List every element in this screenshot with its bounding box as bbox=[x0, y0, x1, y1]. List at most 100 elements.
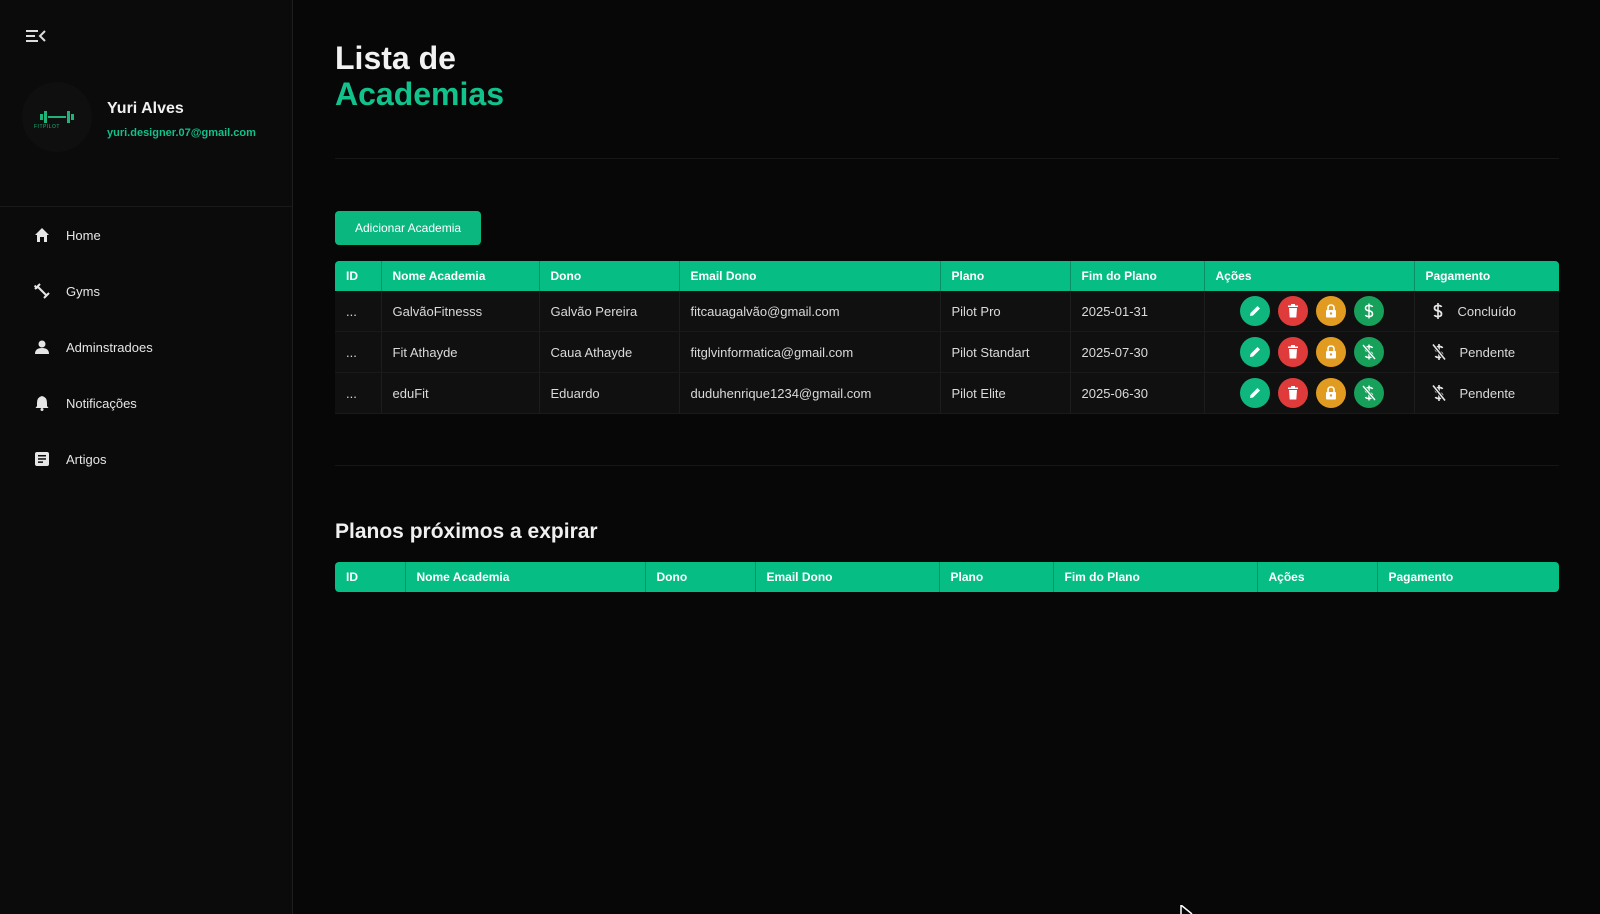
header-email-dono[interactable]: Email Dono bbox=[679, 261, 941, 291]
table-row: ... Fit Athayde Caua Athayde fitglvinfor… bbox=[335, 331, 1559, 373]
dollar-off-icon bbox=[1431, 343, 1446, 361]
table-row: ... eduFit Eduardo duduhenrique1234@gmai… bbox=[335, 372, 1559, 414]
table-header-row: ID Nome Academia Dono Email Dono Plano F… bbox=[335, 562, 1559, 592]
cell-id: ... bbox=[335, 331, 382, 373]
table-row: ... GalvãoFitnesss Galvão Pereira fitcau… bbox=[335, 291, 1559, 332]
section-title: Planos próximos a expirar bbox=[335, 520, 598, 543]
logo-text: FITPILOT bbox=[34, 124, 60, 130]
sidebar-item-label: Home bbox=[66, 227, 101, 243]
lock-icon bbox=[1325, 386, 1336, 400]
academias-table: ID Nome Academia Dono Email Dono Plano F… bbox=[335, 261, 1559, 414]
header-plano[interactable]: Plano bbox=[939, 562, 1054, 592]
mouse-cursor-icon bbox=[1180, 905, 1193, 914]
sidebar-nav: Home Gyms Adminstradoes Notificações Art… bbox=[0, 207, 292, 487]
sidebar-item-label: Adminstradoes bbox=[66, 339, 153, 355]
bell-icon bbox=[33, 394, 51, 412]
sidebar-item-label: Notificações bbox=[66, 395, 137, 411]
trash-icon bbox=[1287, 386, 1298, 400]
delete-button[interactable] bbox=[1277, 337, 1308, 367]
cell-fim: 2025-06-30 bbox=[1070, 372, 1205, 414]
payment-button[interactable] bbox=[1353, 337, 1384, 367]
dollar-icon bbox=[1364, 303, 1373, 319]
sidebar-item-home[interactable]: Home bbox=[0, 207, 292, 263]
block-button[interactable] bbox=[1315, 378, 1346, 408]
payment-status: Pendente bbox=[1459, 344, 1516, 360]
sidebar-item-gyms[interactable]: Gyms bbox=[0, 263, 292, 319]
pencil-icon bbox=[1249, 388, 1260, 398]
sidebar: FITPILOT Yuri Alves yuri.designer.07@gma… bbox=[0, 0, 293, 914]
main-content: Lista de Academias Adicionar Academia ID… bbox=[292, 0, 1600, 914]
header-nome-academia[interactable]: Nome Academia bbox=[381, 261, 540, 291]
sidebar-item-label: Gyms bbox=[66, 283, 100, 299]
article-icon bbox=[33, 450, 51, 468]
edit-button[interactable] bbox=[1239, 337, 1270, 367]
page-title-accent: Academias bbox=[335, 76, 504, 112]
divider bbox=[335, 465, 1559, 466]
header-acoes: Ações bbox=[1204, 261, 1415, 291]
delete-button[interactable] bbox=[1277, 378, 1308, 408]
header-fim-do-plano[interactable]: Fim do Plano bbox=[1053, 562, 1258, 592]
cell-nome: Fit Athayde bbox=[381, 331, 540, 373]
header-id[interactable]: ID bbox=[335, 261, 382, 291]
profile-email: yuri.designer.07@gmail.com bbox=[107, 127, 256, 139]
cell-nome: GalvãoFitnesss bbox=[381, 291, 540, 332]
home-icon bbox=[33, 226, 51, 244]
table-header-row: ID Nome Academia Dono Email Dono Plano F… bbox=[335, 261, 1559, 291]
header-nome-academia[interactable]: Nome Academia bbox=[405, 562, 646, 592]
delete-button[interactable] bbox=[1277, 296, 1308, 326]
cell-fim: 2025-07-30 bbox=[1070, 331, 1205, 373]
cell-dono: Galvão Pereira bbox=[539, 291, 680, 332]
cell-acoes bbox=[1204, 331, 1415, 373]
edit-button[interactable] bbox=[1239, 296, 1270, 326]
payment-button[interactable] bbox=[1353, 378, 1384, 408]
dumbbell-icon bbox=[33, 282, 51, 300]
header-id[interactable]: ID bbox=[335, 562, 406, 592]
lock-icon bbox=[1325, 345, 1336, 359]
user-profile: FITPILOT Yuri Alves yuri.designer.07@gma… bbox=[22, 82, 282, 162]
profile-name: Yuri Alves bbox=[107, 100, 184, 117]
divider bbox=[335, 158, 1559, 159]
cell-dono: Eduardo bbox=[539, 372, 680, 414]
dumbbell-logo-icon bbox=[40, 111, 74, 123]
cell-acoes bbox=[1204, 291, 1415, 332]
header-fim-do-plano[interactable]: Fim do Plano bbox=[1070, 261, 1205, 291]
cell-email: fitcauagalvão@gmail.com bbox=[679, 291, 941, 332]
payment-button[interactable] bbox=[1353, 296, 1384, 326]
page-title: Lista de bbox=[335, 40, 456, 76]
cell-pagamento: Pendente bbox=[1414, 372, 1559, 414]
cell-pagamento: Pendente bbox=[1414, 331, 1559, 373]
cell-pagamento: Concluído bbox=[1414, 291, 1559, 332]
pencil-icon bbox=[1249, 306, 1260, 316]
header-pagamento[interactable]: Pagamento bbox=[1414, 261, 1559, 291]
header-plano[interactable]: Plano bbox=[940, 261, 1071, 291]
header-pagamento[interactable]: Pagamento bbox=[1377, 562, 1559, 592]
header-acoes: Ações bbox=[1257, 562, 1378, 592]
user-icon bbox=[33, 338, 51, 356]
cell-fim: 2025-01-31 bbox=[1070, 291, 1205, 332]
cell-nome: eduFit bbox=[381, 372, 540, 414]
cell-email: fitglvinformatica@gmail.com bbox=[679, 331, 941, 373]
sidebar-item-label: Artigos bbox=[66, 451, 107, 467]
pencil-icon bbox=[1249, 347, 1260, 357]
dollar-off-icon bbox=[1361, 385, 1376, 401]
edit-button[interactable] bbox=[1239, 378, 1270, 408]
header-email-dono[interactable]: Email Dono bbox=[755, 562, 940, 592]
cell-plano: Pilot Elite bbox=[940, 372, 1071, 414]
sidebar-item-adminstradoes[interactable]: Adminstradoes bbox=[0, 319, 292, 375]
dollar-icon bbox=[1433, 303, 1442, 319]
cell-dono: Caua Athayde bbox=[539, 331, 680, 373]
block-button[interactable] bbox=[1315, 296, 1346, 326]
expiring-plans-table: ID Nome Academia Dono Email Dono Plano F… bbox=[335, 562, 1559, 592]
header-dono[interactable]: Dono bbox=[645, 562, 756, 592]
sidebar-item-notificacoes[interactable]: Notificações bbox=[0, 375, 292, 431]
lock-icon bbox=[1325, 304, 1336, 318]
dollar-off-icon bbox=[1361, 344, 1376, 360]
sidebar-item-artigos[interactable]: Artigos bbox=[0, 431, 292, 487]
add-academia-button[interactable]: Adicionar Academia bbox=[335, 211, 481, 245]
block-button[interactable] bbox=[1315, 337, 1346, 367]
menu-collapse-icon[interactable] bbox=[26, 28, 46, 44]
header-dono[interactable]: Dono bbox=[539, 261, 680, 291]
cell-id: ... bbox=[335, 372, 382, 414]
trash-icon bbox=[1287, 304, 1298, 318]
trash-icon bbox=[1287, 345, 1298, 359]
